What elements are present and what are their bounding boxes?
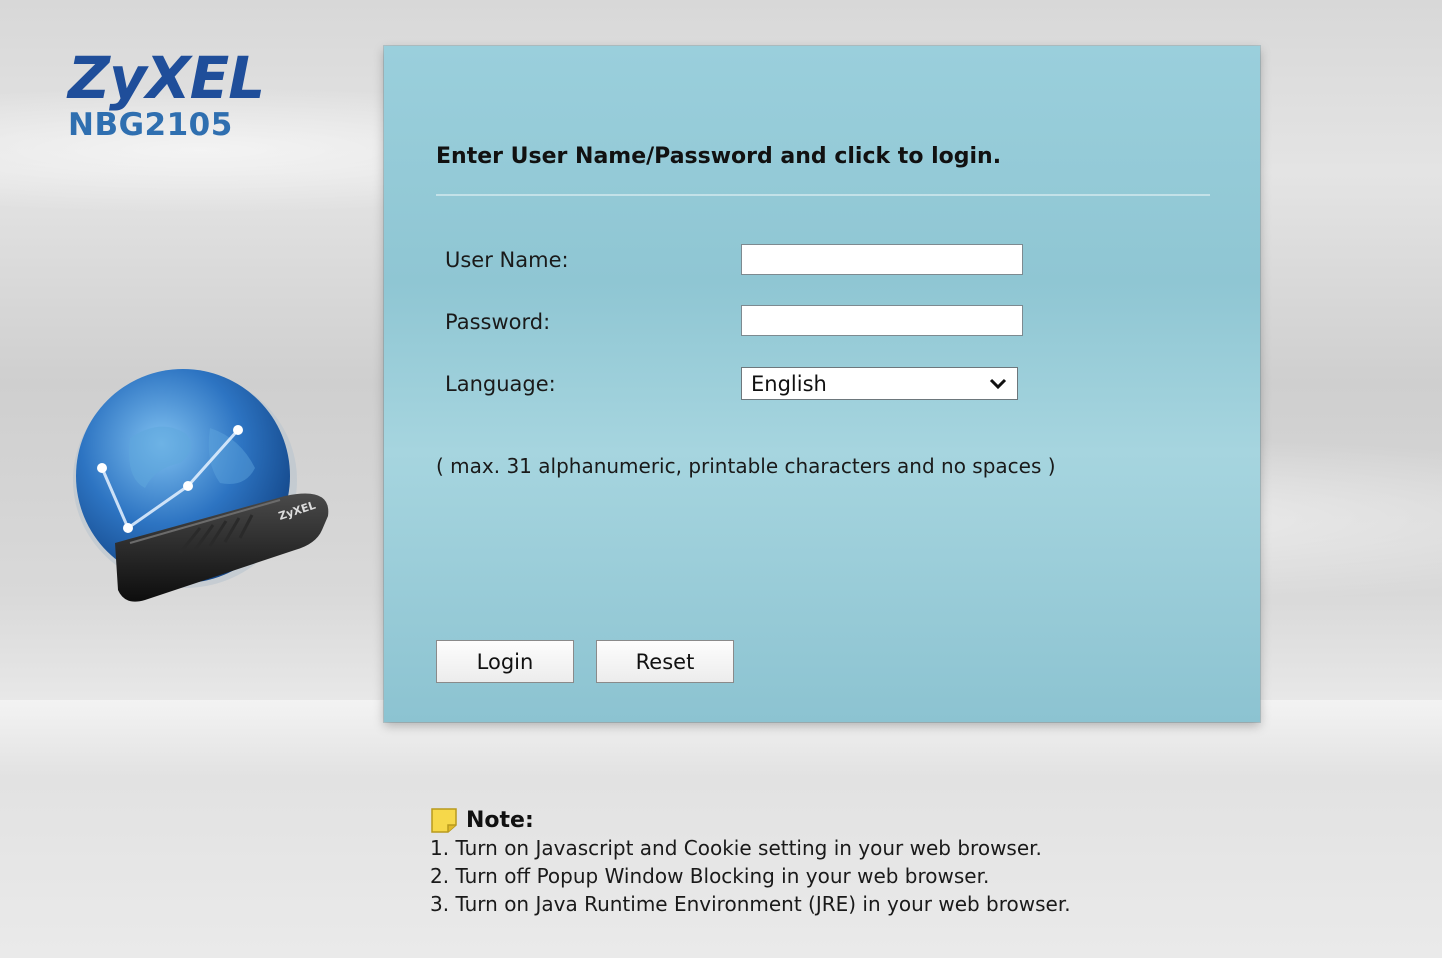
password-label: Password: <box>445 310 551 334</box>
globe-router-illustration: ZyXEL <box>70 368 340 618</box>
login-title: Enter User Name/Password and click to lo… <box>436 144 1002 169</box>
brand-block: ZyXEL NBG2105 <box>68 44 265 143</box>
note-icon <box>431 808 457 833</box>
language-selected-value: English <box>751 371 827 396</box>
login-panel: Enter User Name/Password and click to lo… <box>384 46 1260 722</box>
note-title: Note: <box>466 807 534 833</box>
note-line: 1. Turn on Javascript and Cookie setting… <box>430 836 1042 860</box>
username-label: User Name: <box>445 248 569 272</box>
password-input[interactable] <box>741 305 1023 336</box>
language-label: Language: <box>445 372 556 396</box>
chevron-down-icon <box>989 378 1007 389</box>
note-line: 2. Turn off Popup Window Blocking in you… <box>430 864 990 888</box>
note-section: Note: 1. Turn on Javascript and Cookie s… <box>430 806 1071 918</box>
model-name: NBG2105 <box>68 107 233 143</box>
credentials-hint: ( max. 31 alphanumeric, printable charac… <box>436 454 1056 478</box>
divider <box>436 194 1210 196</box>
username-input[interactable] <box>741 244 1023 275</box>
language-select[interactable]: English <box>741 367 1018 400</box>
login-button[interactable]: Login <box>436 640 574 683</box>
reset-button[interactable]: Reset <box>596 640 734 683</box>
zyxel-logo: ZyXEL <box>68 44 265 112</box>
note-line: 3. Turn on Java Runtime Environment (JRE… <box>430 892 1071 916</box>
